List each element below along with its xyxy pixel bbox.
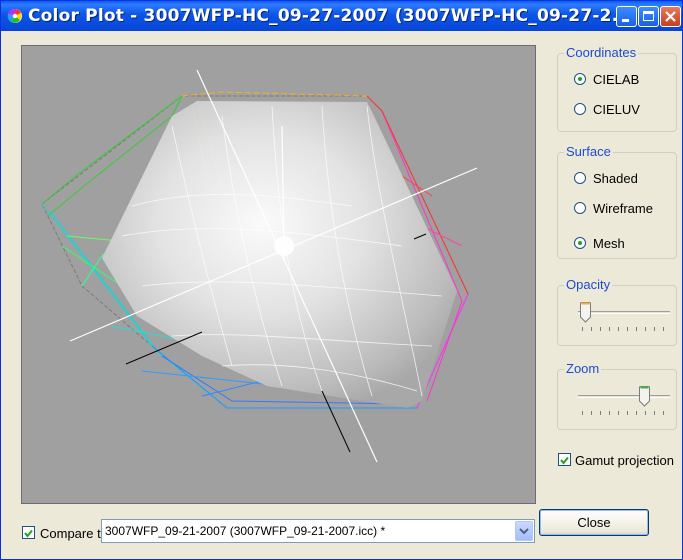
- checkmark-icon: [560, 456, 569, 465]
- radio-mesh-label: Mesh: [593, 235, 625, 251]
- minimize-icon: [622, 19, 629, 22]
- title-bar[interactable]: Color Plot - 3007WFP-HC_09-27-2007 (3007…: [1, 1, 682, 31]
- maximize-button[interactable]: [638, 6, 659, 27]
- gamut-projection-checkbox[interactable]: [558, 453, 571, 466]
- close-button[interactable]: Close: [539, 509, 649, 536]
- gamut-plot-canvas[interactable]: [21, 45, 536, 504]
- zoom-group: Zoom: [557, 361, 677, 430]
- radio-indicator[interactable]: [574, 73, 586, 85]
- radio-wireframe[interactable]: Wireframe: [574, 199, 653, 217]
- checkmark-icon: [24, 529, 33, 538]
- color-wheel-icon: [7, 8, 22, 23]
- compare-checkbox[interactable]: [22, 526, 35, 539]
- compare-label: Compare t: [40, 526, 101, 541]
- radio-wireframe-label: Wireframe: [593, 200, 653, 216]
- zoom-group-title: Zoom: [564, 361, 602, 376]
- radio-shaded-label: Shaded: [593, 170, 638, 186]
- color-plot-window: Color Plot - 3007WFP-HC_09-27-2007 (3007…: [0, 0, 683, 560]
- radio-indicator[interactable]: [574, 172, 586, 184]
- close-icon: [665, 11, 676, 22]
- close-window-button[interactable]: [660, 6, 681, 27]
- compare-profile-combobox[interactable]: 3007WFP_09-21-2007 (3007WFP_09-21-2007.i…: [101, 519, 535, 543]
- gamut-mesh-graphic: [41, 69, 478, 463]
- minimize-button[interactable]: [616, 6, 637, 27]
- zoom-slider-track[interactable]: [578, 395, 670, 398]
- radio-indicator[interactable]: [574, 202, 586, 214]
- radio-shaded[interactable]: Shaded: [574, 169, 638, 187]
- zoom-slider-thumb[interactable]: [638, 386, 650, 407]
- coordinates-group-title: Coordinates: [564, 45, 639, 60]
- radio-cielab[interactable]: CIELAB: [574, 70, 639, 88]
- surface-group: Surface Shaded Wireframe Mesh: [557, 144, 677, 259]
- radio-indicator[interactable]: [574, 103, 586, 115]
- radio-mesh[interactable]: Mesh: [574, 234, 625, 252]
- opacity-slider-thumb[interactable]: [579, 302, 591, 323]
- surface-group-title: Surface: [564, 144, 613, 159]
- radio-cieluv[interactable]: CIELUV: [574, 100, 640, 118]
- compare-profile-value: 3007WFP_09-21-2007 (3007WFP_09-21-2007.i…: [105, 524, 386, 538]
- radio-indicator[interactable]: [574, 237, 586, 249]
- gamut-projection-label: Gamut projection: [575, 453, 674, 468]
- chevron-down-icon: [519, 528, 529, 535]
- radio-cielab-label: CIELAB: [593, 71, 640, 87]
- zoom-slider-ticks: [582, 411, 664, 415]
- combobox-dropdown-button[interactable]: [515, 521, 533, 541]
- opacity-slider-track[interactable]: [578, 311, 670, 314]
- coordinates-group: Coordinates CIELAB CIELUV: [557, 45, 677, 132]
- opacity-slider-ticks: [582, 327, 664, 331]
- opacity-group-title: Opacity: [564, 277, 613, 292]
- opacity-group: Opacity: [557, 277, 677, 346]
- window-title: Color Plot - 3007WFP-HC_09-27-2007 (3007…: [28, 6, 632, 26]
- maximize-icon: [643, 11, 654, 21]
- radio-cieluv-label: CIELUV: [593, 101, 640, 117]
